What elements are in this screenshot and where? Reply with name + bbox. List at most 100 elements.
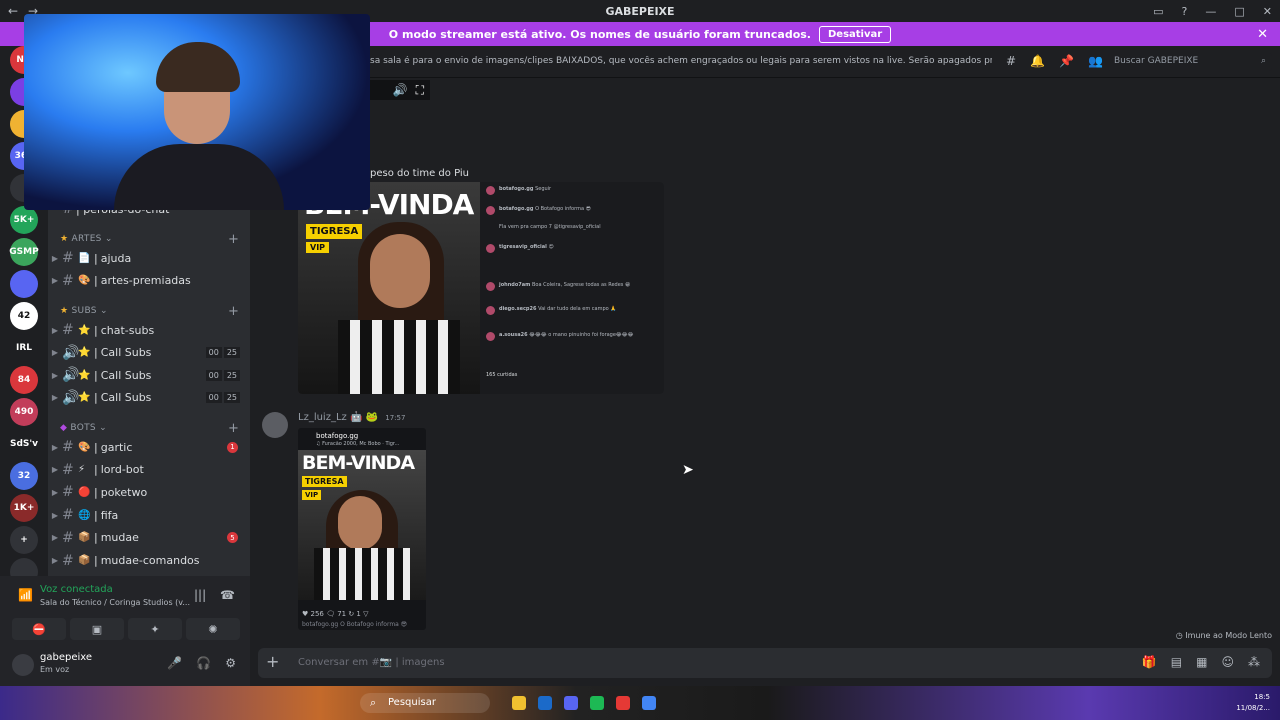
gift-icon[interactable]: 🎁 — [1142, 655, 1157, 669]
channel-name: Call Subs — [100, 391, 152, 404]
username: gabepeixe — [40, 652, 93, 663]
comment-item: a.sousa26 😂😂😂 o mano pinuinho foi forage… — [486, 332, 633, 341]
channel-emoji-icon: ⚡ — [78, 464, 86, 476]
image-attachment[interactable]: BEM-VINDA TIGRESA VIP botafogo.gg Seguir… — [298, 182, 664, 394]
disconnect-icon[interactable]: ☎ — [220, 588, 235, 602]
discord-icon[interactable] — [564, 696, 578, 710]
settings-gear-icon[interactable]: ⚙ — [225, 656, 236, 670]
unread-badge: 5 — [227, 532, 238, 544]
avatar[interactable] — [12, 654, 34, 676]
gif-icon[interactable]: ▤ — [1171, 655, 1182, 669]
hash-icon: # — [62, 529, 74, 546]
app-icon[interactable] — [616, 696, 630, 710]
system-clock[interactable]: 18:5 11/08/2... — [1236, 692, 1270, 714]
chrome-icon[interactable] — [642, 696, 656, 710]
server-icon[interactable] — [10, 270, 38, 298]
fullscreen-icon[interactable]: ⛶ — [416, 83, 424, 98]
caret-icon: ▶ — [51, 253, 59, 263]
add-channel-icon[interactable]: + — [228, 421, 239, 436]
noise-suppression-icon[interactable]: ||| — [194, 588, 206, 602]
chat-area: sa sala é para o envio de imagens/clipes… — [250, 46, 1280, 686]
soundboard-button[interactable]: ✺ — [186, 618, 240, 640]
caret-icon: ▶ — [51, 487, 59, 497]
channel-item[interactable]: ▶ 🔊 ⭐ | Call Subs 00 25 — [48, 342, 250, 364]
screen-share-button[interactable]: ▣ — [70, 618, 124, 640]
mute-mic-icon[interactable]: 🎤 — [167, 656, 182, 670]
voice-room[interactable]: Sala do Técnico / Coringa Studios (v... — [40, 598, 190, 607]
signal-icon: 📶 — [18, 588, 33, 602]
inbox-icon[interactable]: ▭ — [1153, 5, 1163, 18]
server-icon[interactable]: 84 — [10, 366, 38, 394]
threads-icon[interactable]: # — [1006, 54, 1016, 68]
channel-item[interactable]: ▶ # 🌐 | fifa — [48, 504, 250, 526]
camera-toggle-button[interactable]: ⛔ — [12, 618, 66, 640]
sticker-icon[interactable]: ▦ — [1196, 655, 1207, 669]
taskbar-search[interactable]: ⌕ Pesquisar — [360, 693, 490, 713]
comment-item: Fla vem pra campo 7 @tigresavip_oficial — [499, 224, 601, 230]
close-banner-icon[interactable]: ✕ — [1257, 27, 1268, 42]
speaker-icon: 🔊 — [62, 389, 80, 406]
channel-emoji-icon: 📦 — [78, 532, 91, 544]
activities-button[interactable]: ✦ — [128, 618, 182, 640]
caret-icon: ▶ — [51, 510, 59, 520]
server-icon[interactable]: + — [10, 526, 38, 554]
avatar[interactable] — [262, 412, 288, 438]
comments-panel: botafogo.gg Seguir botafogo.gg O Botafogo… — [480, 182, 664, 394]
badge-icon: 🤖 🐸 — [349, 412, 379, 423]
spotify-icon[interactable] — [590, 696, 604, 710]
search-input[interactable]: Buscar GABEPEIXE ⌕ — [1108, 53, 1272, 71]
disable-streamer-mode-button[interactable]: Desativar — [818, 25, 892, 43]
channel-item[interactable]: ▶ # 📄 | ajuda — [48, 247, 250, 269]
members-icon[interactable]: 👥 — [1088, 54, 1103, 68]
pin-icon[interactable]: 📌 — [1059, 54, 1074, 68]
caret-icon: ▶ — [51, 393, 59, 402]
channel-item[interactable]: ▶ # 🔴 | poketwo — [48, 481, 250, 503]
add-channel-icon[interactable]: + — [228, 232, 239, 247]
maximize-button[interactable]: □ — [1234, 5, 1244, 18]
message-composer[interactable]: + Conversar em #📷 | imagens 🎁 ▤ ▦ ☺ ⁂ — [258, 648, 1272, 678]
deafen-icon[interactable]: 🎧 — [196, 656, 211, 670]
category-artes[interactable]: ★ ARTES ⌄ + — [60, 232, 239, 247]
add-channel-icon[interactable]: + — [228, 304, 239, 319]
attach-plus-icon[interactable]: + — [266, 652, 279, 671]
category-bots[interactable]: ◆ BOTS ⌄ + — [60, 421, 239, 436]
server-icon[interactable]: 490 — [10, 398, 38, 426]
user-count: 00 25 — [205, 369, 240, 381]
channel-name: ajuda — [100, 251, 132, 265]
server-icon[interactable]: SdS'v — [10, 430, 38, 458]
channel-topic[interactable]: sa sala é para o envio de imagens/clipes… — [370, 56, 992, 66]
bell-icon[interactable]: 🔔 — [1030, 54, 1045, 68]
category-subs[interactable]: ★ SUBS ⌄ + — [60, 304, 239, 319]
message-input[interactable]: Conversar em #📷 | imagens — [298, 657, 445, 668]
steam-icon[interactable] — [538, 696, 552, 710]
server-icon[interactable]: 5K+ — [10, 206, 38, 234]
channel-name: lord-bot — [100, 463, 144, 477]
caret-icon: ▶ — [51, 348, 59, 357]
volume-icon[interactable]: 🔊 — [393, 83, 408, 97]
close-window-button[interactable]: ✕ — [1263, 5, 1272, 18]
channel-name: Call Subs — [100, 346, 152, 359]
server-icon[interactable]: IRL — [10, 334, 38, 362]
file-explorer-icon[interactable] — [512, 696, 526, 710]
channel-item[interactable]: ▶ # 📦 | mudae-comandos — [48, 550, 250, 572]
message-author: Lz_luiz_Lz 🤖 🐸 17:57 — [298, 412, 406, 423]
channel-item[interactable]: ▶ # ⭐ | chat-subs — [48, 319, 250, 341]
video-attachment[interactable]: botafogo.gg ♫ Furacão 2000, Mc Bobo · Ti… — [298, 428, 426, 630]
search-icon: ⌕ — [370, 696, 377, 709]
apps-icon[interactable]: ⁂ — [1248, 655, 1260, 669]
server-icon[interactable]: 42 — [10, 302, 38, 330]
channel-item[interactable]: ▶ 🔊 ⭐ | Call Subs 00 25 — [48, 387, 250, 409]
server-icon[interactable]: GSMP — [9, 238, 39, 266]
minimize-button[interactable]: — — [1205, 5, 1216, 18]
channel-item[interactable]: ▶ # 🎨 | gartic 1 — [48, 436, 250, 458]
help-icon[interactable]: ? — [1182, 5, 1188, 18]
channel-item[interactable]: ▶ # 🎨 | artes-premiadas — [48, 270, 250, 292]
embed-footer: botafogo.gg O Botafogo informa 😎 — [302, 621, 408, 628]
emoji-icon[interactable]: ☺ — [1221, 655, 1234, 669]
channel-item[interactable]: ▶ # ⚡ | lord-bot — [48, 459, 250, 481]
server-icon[interactable]: 32 — [10, 462, 38, 490]
server-icon[interactable]: 1K+ — [10, 494, 38, 522]
channel-name: Call Subs — [100, 368, 152, 382]
channel-item[interactable]: ▶ # 📦 | mudae 5 — [48, 527, 250, 549]
channel-item[interactable]: ▶ 🔊 ⭐ | Call Subs 00 25 — [48, 364, 250, 386]
